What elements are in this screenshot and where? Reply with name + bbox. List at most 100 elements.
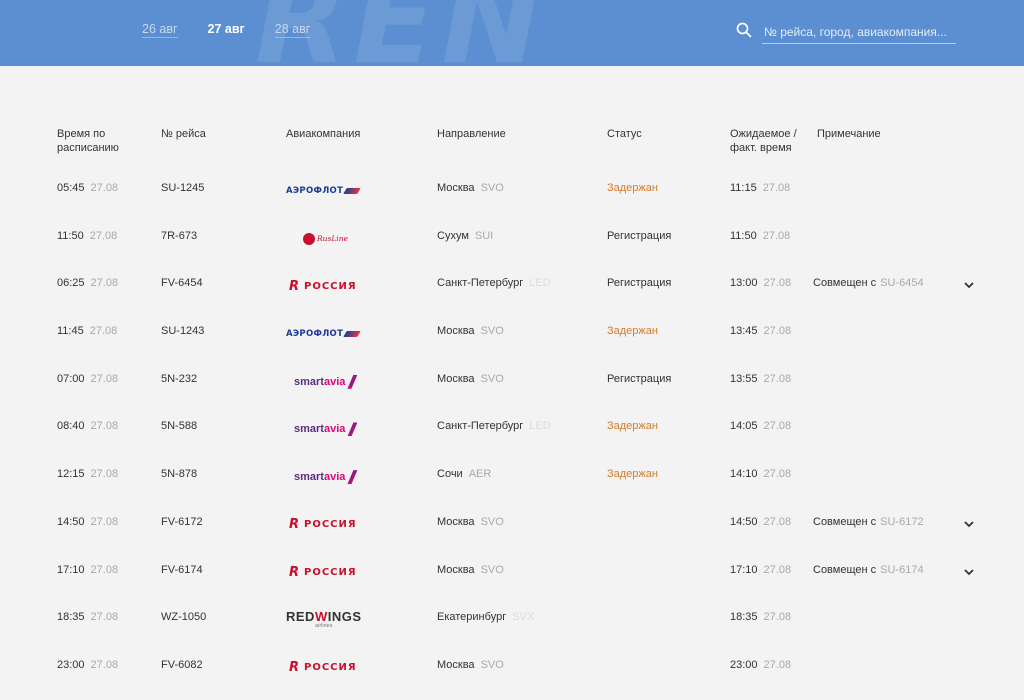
note-cell: Совмещен с SU-6454 xyxy=(813,277,924,289)
destination-cell: Москва SVO xyxy=(437,373,504,385)
table-row: 11:45 27.08 SU-1243 АЭРОФЛОТ Москва SVO Задерж… xyxy=(0,311,1024,359)
destination-code: SVO xyxy=(480,563,504,576)
scheduled-date: 27.08 xyxy=(90,182,119,194)
redwings-wordmark: REDWINGS xyxy=(286,610,362,623)
rossiya-wordmark: РОССИЯ xyxy=(304,662,357,674)
flight-number[interactable]: WZ-1050 xyxy=(161,611,206,623)
expected-date: 27.08 xyxy=(763,563,792,576)
expected-time: 11:50 xyxy=(730,229,757,242)
expected-date: 27.08 xyxy=(763,325,792,338)
chevron-down-icon[interactable] xyxy=(964,280,976,290)
scheduled-cell: 18:35 27.08 xyxy=(57,611,118,623)
column-header-note: Примечание xyxy=(817,128,881,140)
rossiya-r-icon: R xyxy=(289,660,301,676)
destination-city: Москва xyxy=(437,325,475,338)
expected-cell: 17:10 27.08 xyxy=(730,564,791,576)
note-cell: Совмещен с SU-6172 xyxy=(813,516,924,528)
status-label: Задержан xyxy=(607,468,658,481)
aeroflot-wordmark: АЭРОФЛОТ xyxy=(286,329,344,340)
scheduled-time: 18:35 xyxy=(57,611,85,624)
flight-number[interactable]: 5N-232 xyxy=(161,373,197,385)
flight-number[interactable]: 5N-878 xyxy=(161,468,197,480)
date-tab-27[interactable]: 27 авг xyxy=(208,22,245,38)
smartavia-wordmark-a: smart xyxy=(294,375,324,388)
redwings-wordmark-c: INGS xyxy=(327,609,362,625)
expected-date: 27.08 xyxy=(763,372,792,385)
flight-number[interactable]: 5N-588 xyxy=(161,420,197,432)
note-cell: Совмещен с SU-6174 xyxy=(813,564,924,576)
rossiya-logo: R РОССИЯ xyxy=(289,660,357,675)
expected-cell: 13:45 27.08 xyxy=(730,325,791,337)
table-row: 06:25 27.08 FV-6454 R РОССИЯ Санкт-Петербург L… xyxy=(0,263,1024,311)
search-input[interactable] xyxy=(762,22,956,44)
flight-number[interactable]: 7R-673 xyxy=(161,230,197,242)
flight-number[interactable]: FV-6454 xyxy=(161,277,203,289)
destination-city: Екатеринбург xyxy=(437,611,507,624)
destination-city: Москва xyxy=(437,563,475,576)
destination-code: LED xyxy=(529,420,551,433)
airline-logo: REDWINGS airlines xyxy=(286,605,362,635)
scheduled-cell: 11:50 27.08 xyxy=(57,230,117,242)
rossiya-r-icon: R xyxy=(289,565,301,580)
flight-number[interactable]: FV-6082 xyxy=(161,659,203,671)
column-header-status: Статус xyxy=(607,128,642,140)
note-codeshare: SU-6172 xyxy=(880,515,924,528)
scheduled-cell: 23:00 27.08 xyxy=(57,659,118,671)
flight-number[interactable]: SU-1243 xyxy=(161,325,204,337)
destination-code: SVO xyxy=(480,372,504,385)
expected-time: 13:45 xyxy=(730,325,758,338)
expected-time: 13:55 xyxy=(730,372,758,385)
date-tab-28[interactable]: 28 авг xyxy=(274,22,311,38)
rossiya-r-icon: R xyxy=(289,278,301,294)
chevron-down-icon[interactable] xyxy=(964,519,976,529)
scheduled-cell: 12:15 27.08 xyxy=(57,468,118,480)
flight-number[interactable]: SU-1245 xyxy=(161,182,204,194)
status-label: Задержан xyxy=(607,420,658,433)
smartavia-wordmark-b: avia xyxy=(323,423,346,436)
note-codeshare: SU-6174 xyxy=(880,563,924,576)
flight-number[interactable]: FV-6174 xyxy=(161,564,203,576)
rossiya-logo: R РОССИЯ xyxy=(289,279,357,294)
airline-logo: smart avia xyxy=(294,367,358,397)
scheduled-time: 12:15 xyxy=(57,468,85,481)
rusline-mark-icon xyxy=(303,232,315,245)
airline-logo: АЭРОФЛОТ xyxy=(286,319,361,349)
column-header-flight: № рейса xyxy=(161,128,206,140)
flight-number[interactable]: FV-6172 xyxy=(161,516,203,528)
status-label: Регистрация xyxy=(607,229,672,242)
scheduled-date: 27.08 xyxy=(90,277,119,290)
table-row: 07:00 27.08 5N-232 smart avia Москва SVO Регист… xyxy=(0,359,1024,407)
date-tab-26[interactable]: 26 авг xyxy=(142,22,178,38)
destination-cell: Екатеринбург SVX xyxy=(437,611,534,623)
rusline-wordmark: RusLine xyxy=(317,234,348,244)
smartavia-logo: smart avia xyxy=(294,374,358,389)
table-row: 12:15 27.08 5N-878 smart avia Сочи AER Задержан… xyxy=(0,454,1024,502)
scheduled-time: 14:50 xyxy=(57,515,85,528)
expected-time: 13:00 xyxy=(730,277,758,290)
chevron-down-icon[interactable] xyxy=(964,567,976,577)
rusline-logo: RusLine xyxy=(303,232,348,245)
smartavia-wordmark-b: avia xyxy=(323,375,346,388)
destination-city: Москва xyxy=(437,372,475,385)
airline-logo: RusLine xyxy=(303,224,348,254)
expected-cell: 14:05 27.08 xyxy=(730,420,791,432)
scheduled-date: 27.08 xyxy=(90,420,119,433)
table-row: 11:50 27.08 7R-673 RusLine Сухум SUI Регистрац… xyxy=(0,216,1024,264)
column-header-expected: Ожидаемое / факт. время xyxy=(730,128,797,154)
expected-time: 17:10 xyxy=(730,563,758,576)
smartavia-logo: smart avia xyxy=(294,470,358,485)
airline-logo: smart avia xyxy=(294,462,358,492)
search-icon[interactable] xyxy=(736,22,752,38)
destination-cell: Москва SVO xyxy=(437,564,504,576)
rossiya-wordmark: РОССИЯ xyxy=(304,567,357,578)
destination-city: Москва xyxy=(437,658,475,671)
redwings-wordmark-a: RED xyxy=(286,609,315,625)
rossiya-wordmark: РОССИЯ xyxy=(304,280,357,292)
destination-city: Москва xyxy=(437,182,475,194)
expected-cell: 18:35 27.08 xyxy=(730,611,791,623)
note-text: Совмещен с xyxy=(813,515,877,528)
destination-city: Сухум xyxy=(437,229,469,242)
scheduled-time: 08:40 xyxy=(57,420,85,433)
aeroflot-wing-icon xyxy=(343,331,361,338)
table-row: 05:45 27.08 SU-1245 АЭРОФЛОТ Москва SVO Задерж… xyxy=(0,168,1024,216)
